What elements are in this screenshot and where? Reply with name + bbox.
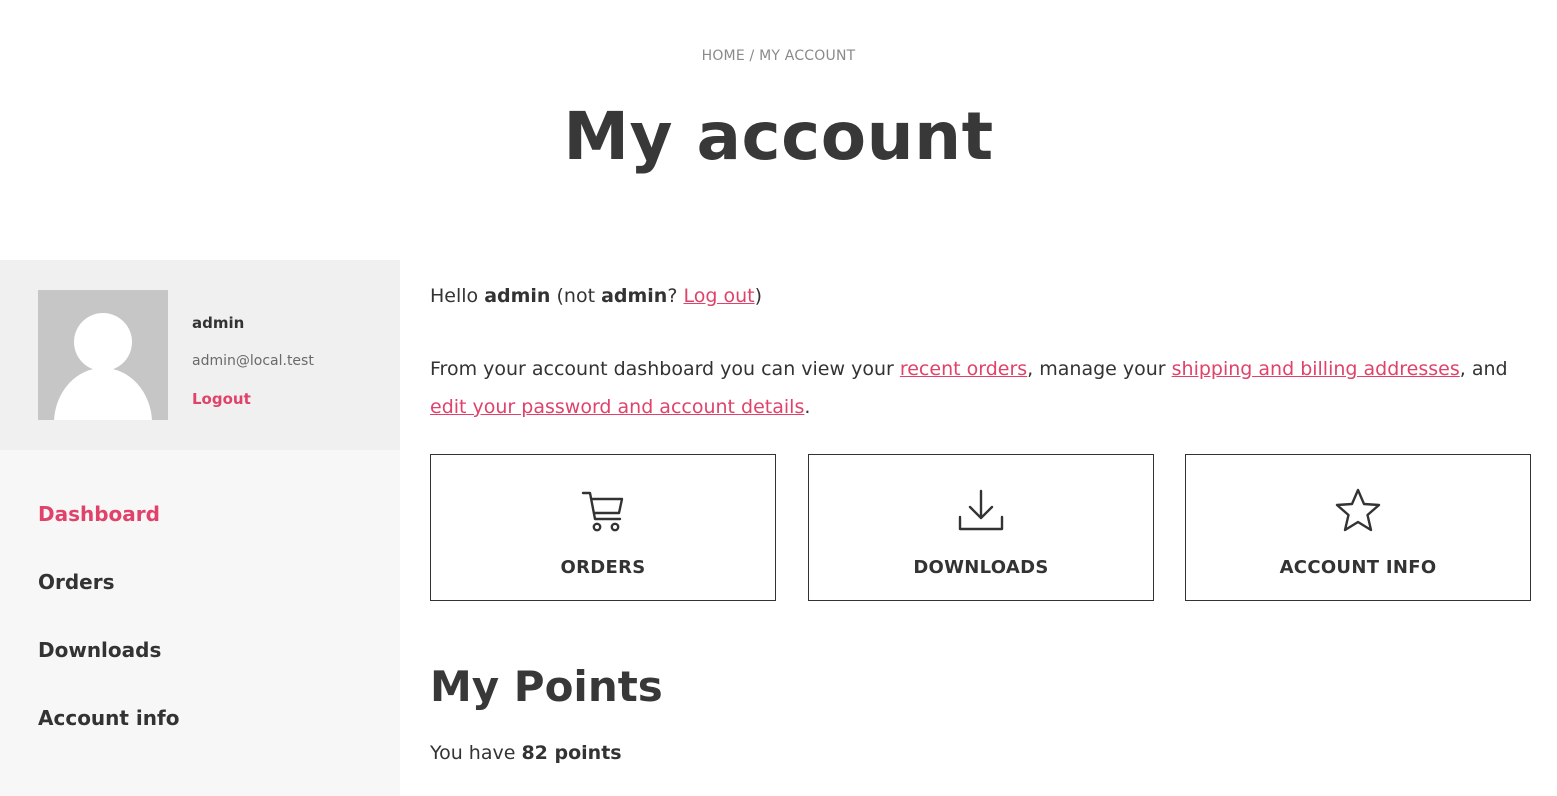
points-title: My Points <box>430 662 663 711</box>
points-prefix: You have <box>430 742 522 764</box>
intro-text-2: , manage your <box>1027 358 1172 380</box>
intro-text-4: . <box>804 396 811 418</box>
points-value: 82 points <box>521 742 622 764</box>
profile-logout-link[interactable]: Logout <box>192 390 251 408</box>
breadcrumb-home-link[interactable]: HOME <box>702 48 745 64</box>
avatar-head <box>74 313 132 371</box>
greeting-hello: Hello <box>430 285 485 307</box>
dashboard-intro: From your account dashboard you can view… <box>430 350 1535 426</box>
greeting-logout-link[interactable]: Log out <box>683 285 754 307</box>
profile-card: admin admin@local.test Logout <box>0 260 400 450</box>
points-text: You have 82 points <box>430 742 622 764</box>
intro-text-3: , and <box>1459 358 1508 380</box>
nav-item-account-info[interactable]: Account info <box>38 702 179 770</box>
account-info-card[interactable]: ACCOUNT INFO <box>1185 454 1531 601</box>
account-sidebar: admin admin@local.test Logout Dashboard … <box>0 260 400 796</box>
orders-card-label: ORDERS <box>560 557 646 578</box>
account-info-card-label: ACCOUNT INFO <box>1279 557 1437 578</box>
greeting-user: admin <box>484 285 551 307</box>
breadcrumb-current: MY ACCOUNT <box>759 48 856 64</box>
nav-item-downloads[interactable]: Downloads <box>38 634 179 702</box>
account-nav: Dashboard Orders Downloads Account info <box>38 498 179 770</box>
avatar-body <box>54 368 152 420</box>
avatar <box>38 290 168 420</box>
orders-card[interactable]: ORDERS <box>430 454 776 601</box>
greeting-not: (not <box>550 285 602 307</box>
greeting-close: ) <box>754 285 762 307</box>
profile-name: admin <box>192 314 245 332</box>
cart-icon <box>581 491 624 532</box>
download-icon <box>958 489 1004 531</box>
breadcrumb-separator: / <box>744 48 760 64</box>
addresses-link[interactable]: shipping and billing addresses <box>1172 358 1460 380</box>
dashboard-cards: ORDERS DOWNLOADS ACCOUNT INFO <box>430 454 1534 602</box>
account-details-link[interactable]: edit your password and account details <box>430 396 804 418</box>
greeting-question: ? <box>667 285 684 307</box>
nav-item-dashboard[interactable]: Dashboard <box>38 498 179 566</box>
recent-orders-link[interactable]: recent orders <box>900 358 1027 380</box>
downloads-card[interactable]: DOWNLOADS <box>808 454 1154 601</box>
greeting: Hello admin (not admin? Log out) <box>430 285 762 307</box>
nav-item-orders[interactable]: Orders <box>38 566 179 634</box>
intro-text-1: From your account dashboard you can view… <box>430 358 900 380</box>
star-icon <box>1335 488 1381 532</box>
downloads-card-label: DOWNLOADS <box>913 557 1049 578</box>
page-title: My account <box>563 98 994 175</box>
breadcrumb: HOME / MY ACCOUNT <box>0 48 1557 64</box>
greeting-user-alt: admin <box>601 285 668 307</box>
profile-email: admin@local.test <box>192 353 314 369</box>
